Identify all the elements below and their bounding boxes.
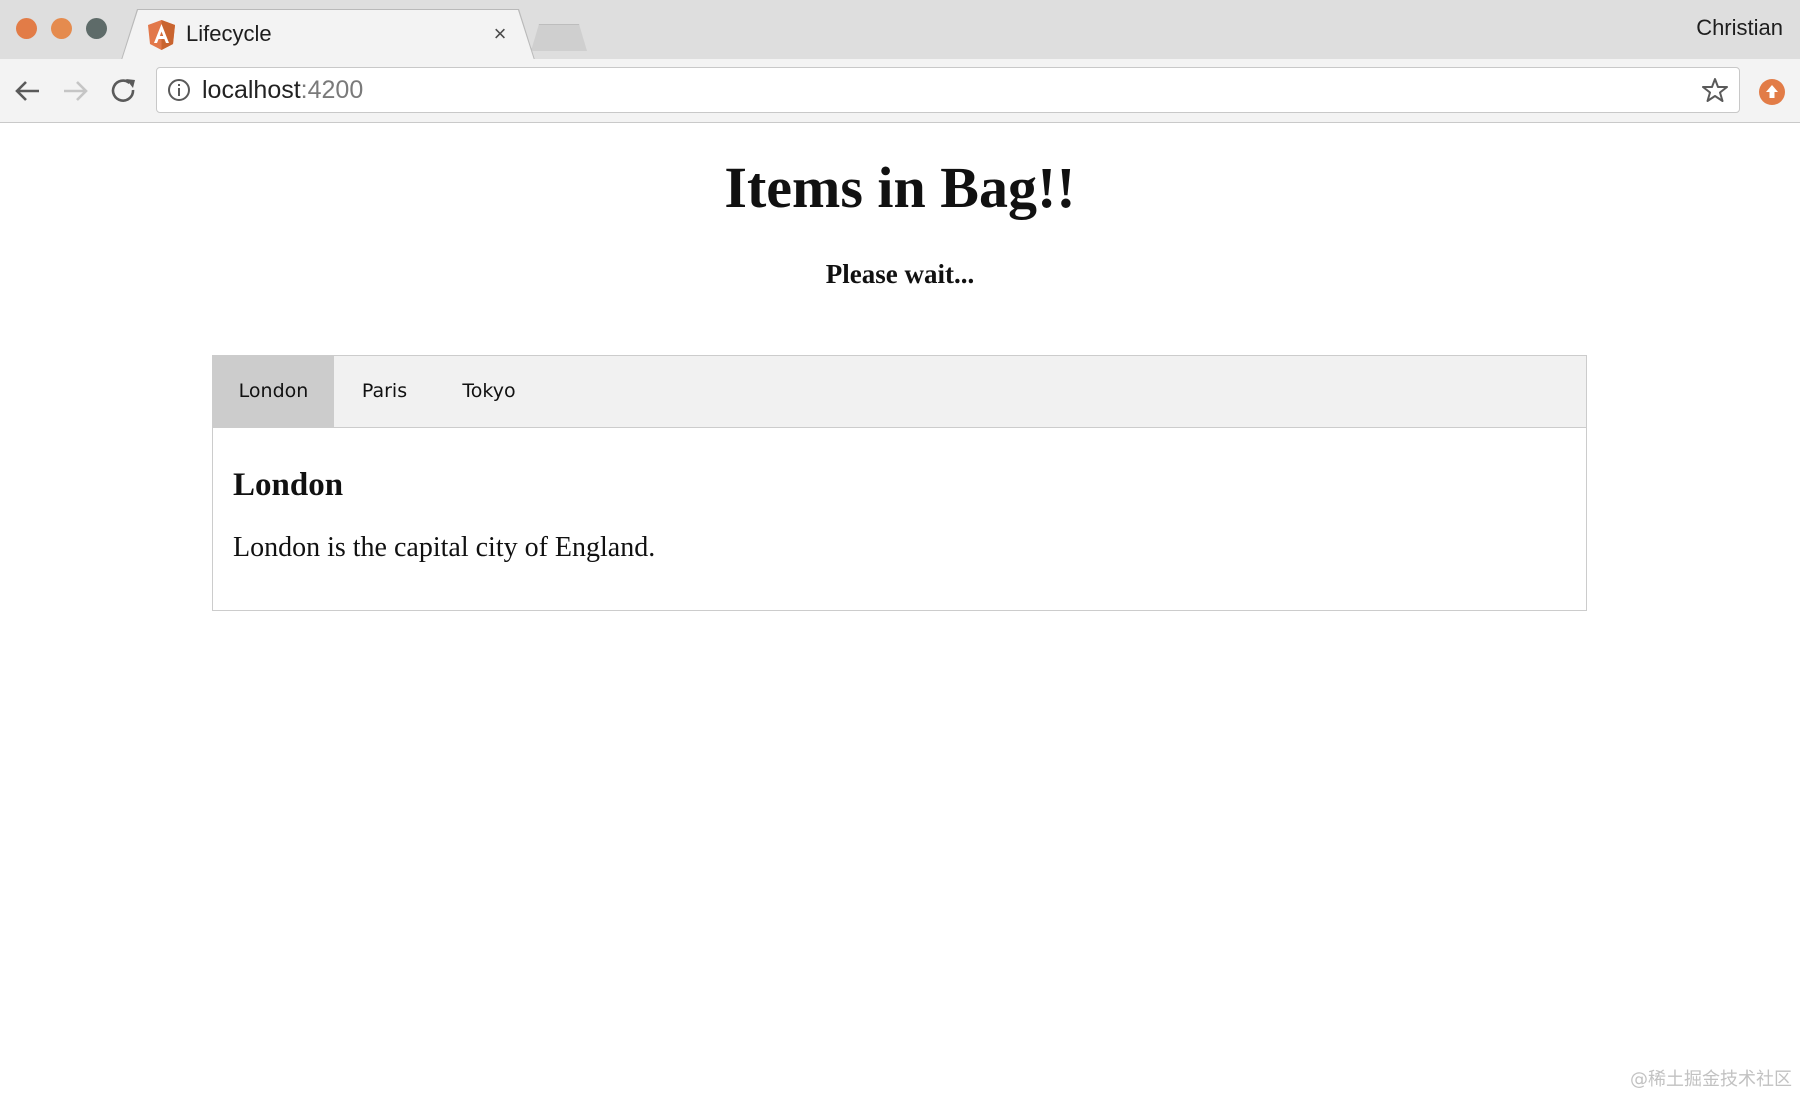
forward-arrow-icon[interactable]: [60, 76, 90, 106]
browser-titlebar: Lifecycle × Christian: [0, 0, 1800, 60]
window-minimize-button[interactable]: [51, 18, 72, 39]
close-icon[interactable]: ×: [490, 23, 510, 45]
tab-panel-text: London is the capital city of England.: [233, 532, 656, 563]
url-port: :4200: [300, 76, 364, 104]
url-host: localhost: [202, 76, 301, 104]
new-tab-button[interactable]: [531, 24, 587, 51]
address-bar[interactable]: localhost:4200: [156, 67, 1740, 113]
page-title: Items in Bag!!: [724, 155, 1076, 220]
tab-panel-heading: London: [233, 467, 344, 503]
page-content: Items in Bag!! Please wait... London Par…: [0, 123, 1800, 1099]
angular-icon: [148, 20, 175, 50]
browser-tab[interactable]: [122, 10, 534, 60]
extension-icon[interactable]: [1758, 78, 1786, 106]
window-close-button[interactable]: [16, 18, 37, 39]
window-maximize-button[interactable]: [86, 18, 107, 39]
reload-icon[interactable]: [109, 76, 139, 106]
browser-tab-title: Lifecycle: [186, 21, 272, 46]
status-text: Please wait...: [825, 259, 975, 289]
browser-toolbar: localhost:4200: [0, 59, 1800, 123]
tab-bar: London Paris Tokyo: [213, 356, 1586, 428]
tab-paris[interactable]: Paris: [334, 356, 435, 427]
profile-name[interactable]: Christian: [1696, 15, 1783, 41]
url-text: localhost:4200: [202, 76, 363, 104]
tab-london[interactable]: London: [213, 356, 334, 427]
watermark: @稀土掘金技术社区: [1630, 1069, 1792, 1090]
tab-tokyo[interactable]: Tokyo: [435, 356, 543, 427]
back-arrow-icon[interactable]: [13, 76, 43, 106]
city-tabs: London Paris Tokyo London London is the …: [212, 355, 1587, 611]
star-icon[interactable]: [1702, 77, 1728, 103]
info-icon[interactable]: [167, 78, 191, 102]
